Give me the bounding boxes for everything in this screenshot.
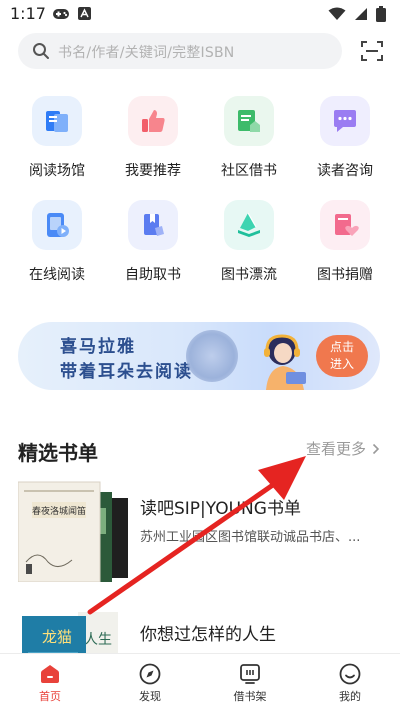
tab-bookshelf-label: 借书架: [233, 690, 267, 703]
ximalaya-banner[interactable]: 喜马拉雅 带着耳朵去阅读 点击 进入: [18, 322, 380, 390]
compass-icon: [139, 663, 161, 685]
grid-item-online-reading[interactable]: 在线阅读: [8, 200, 104, 292]
wifi-icon: [328, 7, 346, 20]
reader-consult-tile: [320, 96, 370, 146]
grid-label: 我要推荐: [125, 163, 181, 179]
tab-home-label: 首页: [39, 690, 61, 703]
book-list-title: 你想过怎样的人生: [140, 625, 276, 645]
book-list-description: 苏州工业园区图书馆联动诚品书店、...: [140, 530, 361, 545]
scan-icon[interactable]: [360, 39, 384, 63]
svg-text:春夜洛城闻笛: 春夜洛城闻笛: [32, 505, 86, 517]
search-row: 书名/作者/关键词/完整ISBN: [18, 33, 384, 71]
chevron-right-icon: [372, 443, 380, 454]
book-icon: [46, 111, 68, 132]
status-bar: 1:17: [0, 0, 400, 28]
book-list-title: 读吧SIP|YOUNG书单: [140, 499, 301, 519]
book-heart-icon: [335, 214, 359, 236]
battery-icon: [376, 6, 386, 22]
community-book-icon: [238, 110, 260, 132]
gamepad-icon: [53, 8, 69, 19]
banner-subtitle: 带着耳朵去阅读: [60, 362, 193, 382]
recommend-tile: [128, 96, 178, 146]
grid-item-reading-venue[interactable]: 阅读场馆: [8, 96, 104, 188]
grid-label: 读者咨询: [317, 163, 373, 179]
vinyl-disc-graphic: [186, 330, 238, 382]
status-left-icons: [52, 7, 91, 20]
book-donation-tile: [320, 200, 370, 250]
tab-home[interactable]: 首页: [0, 654, 100, 710]
grid-label: 图书漂流: [221, 267, 277, 283]
font-a-icon: [78, 7, 91, 20]
banner-enter-button[interactable]: 点击 进入: [316, 335, 368, 377]
book-list-item[interactable]: 春夜洛城闻笛 读吧SIP|YOUNG书单 苏州工业园区图书馆联动诚品书店、...: [18, 478, 382, 588]
signal-icon: [355, 8, 367, 20]
search-icon: [33, 43, 49, 59]
book-drift-tile: [224, 200, 274, 250]
grid-label: 社区借书: [221, 163, 277, 179]
svg-text:龙猫: 龙猫: [42, 628, 72, 646]
bottom-tab-bar: 首页 发现 借书架 我的: [0, 653, 400, 710]
search-input[interactable]: 书名/作者/关键词/完整ISBN: [18, 33, 342, 69]
banner-title: 喜马拉雅: [60, 337, 136, 357]
grid-item-book-drift[interactable]: 图书漂流: [200, 200, 296, 292]
book-pickup-icon: [144, 214, 164, 236]
tab-mine-label: 我的: [339, 690, 361, 703]
chat-bubble-icon: [334, 110, 356, 132]
grid-item-reader-consult[interactable]: 读者咨询: [296, 96, 392, 188]
grid-label: 阅读场馆: [29, 163, 85, 179]
banner-cta-line1: 点击: [329, 340, 354, 354]
grid-item-community-borrow[interactable]: 社区借书: [200, 96, 296, 188]
book-list-item[interactable]: 人生 龙猫 你想过怎样的人生: [18, 604, 382, 654]
grid-item-book-donation[interactable]: 图书捐赠: [296, 200, 392, 292]
status-time: 1:17: [10, 4, 46, 23]
reading-venue-tile: [32, 96, 82, 146]
tab-bookshelf[interactable]: 借书架: [200, 654, 300, 710]
tab-discover-label: 发现: [139, 690, 161, 703]
open-book-drift-icon: [238, 212, 260, 237]
community-borrow-tile: [224, 96, 274, 146]
banner-cta-line2: 进入: [329, 357, 354, 371]
online-reading-tile: [32, 200, 82, 250]
listener-illustration: [264, 334, 306, 390]
view-more-label: 查看更多: [305, 440, 366, 458]
tab-discover[interactable]: 发现: [100, 654, 200, 710]
book-cover-stack: 春夜洛城闻笛: [18, 481, 128, 582]
grid-item-recommend[interactable]: 我要推荐: [104, 96, 200, 188]
home-icon: [41, 665, 59, 683]
status-right-icons: [328, 6, 386, 22]
grid-label: 图书捐赠: [317, 267, 373, 283]
view-more-link[interactable]: 查看更多: [306, 438, 380, 459]
self-pickup-tile: [128, 200, 178, 250]
bookshelf-icon: [240, 664, 260, 684]
grid-item-self-pickup[interactable]: 自助取书: [104, 200, 200, 292]
book-cover-stack: 人生 龙猫: [22, 612, 118, 654]
search-placeholder: 书名/作者/关键词/完整ISBN: [58, 45, 235, 61]
tablet-play-icon: [47, 213, 69, 237]
thumbs-up-icon: [142, 110, 165, 132]
grid-label: 自助取书: [125, 267, 181, 283]
grid-label: 在线阅读: [29, 267, 85, 283]
smile-face-icon: [339, 663, 361, 685]
svg-text:人生: 人生: [84, 632, 112, 648]
tab-mine[interactable]: 我的: [300, 654, 400, 710]
section-title: 精选书单: [18, 441, 98, 465]
